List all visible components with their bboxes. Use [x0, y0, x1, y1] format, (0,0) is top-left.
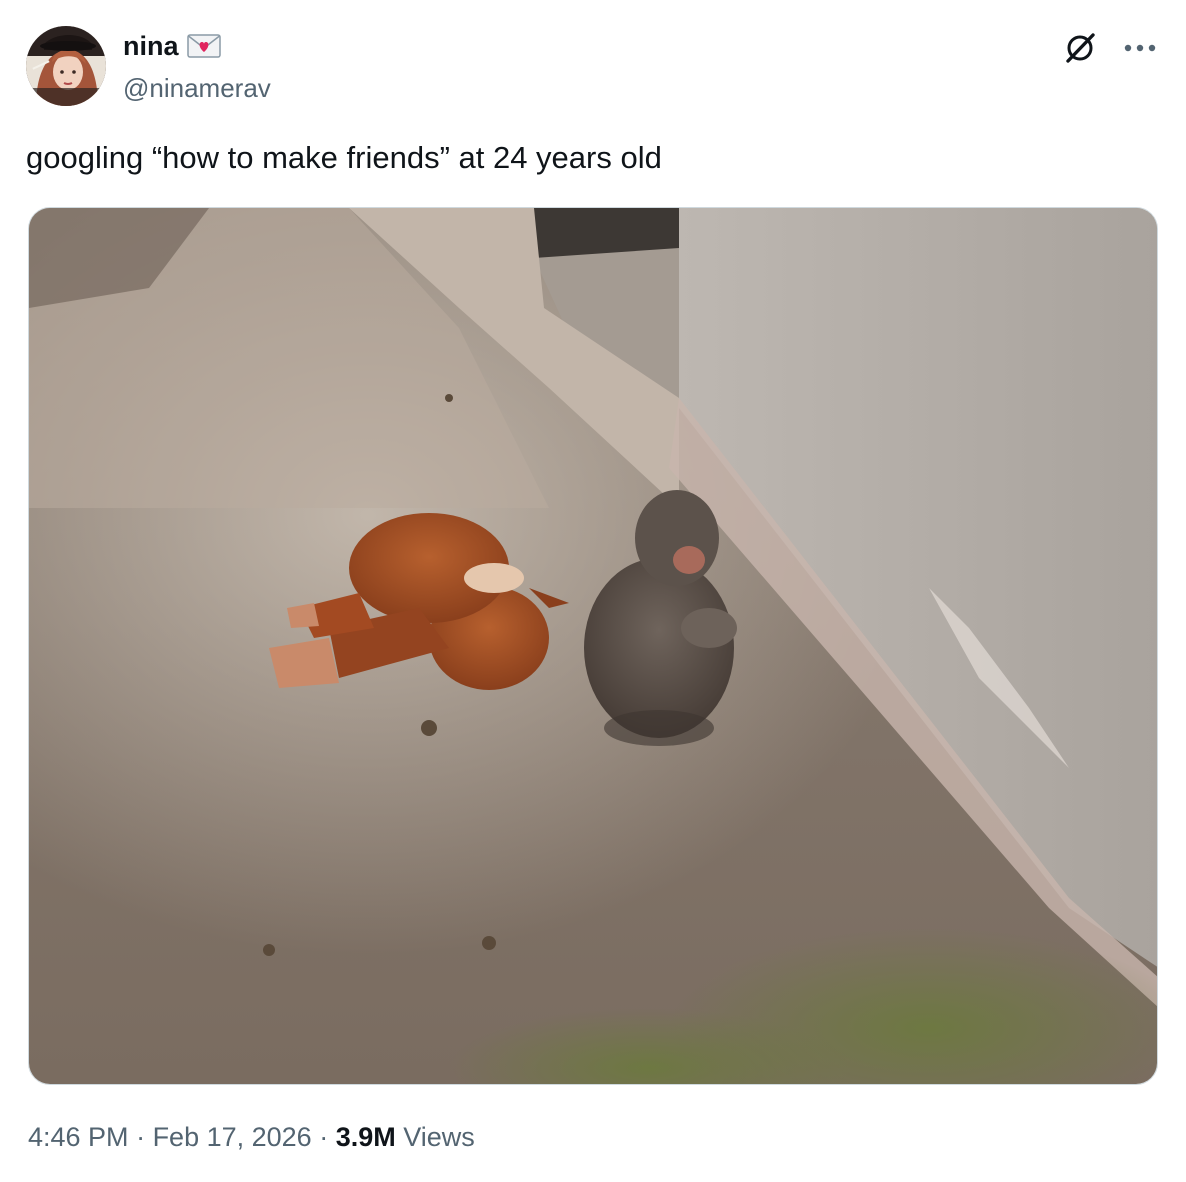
- display-name[interactable]: nina: [123, 30, 179, 62]
- avatar[interactable]: [26, 26, 106, 106]
- tweet-time-link[interactable]: 4:46 PM · Feb 17, 2026: [28, 1122, 312, 1152]
- author-handle[interactable]: @ninamerav: [123, 72, 271, 104]
- views-count: 3.9M: [335, 1122, 396, 1152]
- monkey-photo-image: [29, 208, 1157, 1084]
- tweet-date: Feb 17, 2026: [152, 1122, 312, 1152]
- love-letter-icon: [186, 34, 221, 58]
- views-label: Views: [395, 1122, 475, 1152]
- meta-separator: ·: [311, 1122, 336, 1152]
- more-options-icon[interactable]: [1122, 30, 1158, 66]
- tweet-time: 4:46 PM: [28, 1122, 129, 1152]
- tweet-card: nina @ninamerav googling “how to make fr…: [0, 0, 1186, 1182]
- top-actions: [1060, 28, 1158, 68]
- views-link[interactable]: 3.9M Views: [336, 1122, 475, 1152]
- tweet-meta: 4:46 PM · Feb 17, 2026 · 3.9M Views: [28, 1120, 475, 1154]
- tweet-text: googling “how to make friends” at 24 yea…: [26, 140, 662, 175]
- avatar-image: [26, 26, 106, 106]
- tweet-photo[interactable]: [28, 207, 1158, 1085]
- grok-icon[interactable]: [1060, 28, 1100, 68]
- meta-separator: ·: [128, 1122, 153, 1152]
- author-name-row[interactable]: nina: [123, 30, 221, 62]
